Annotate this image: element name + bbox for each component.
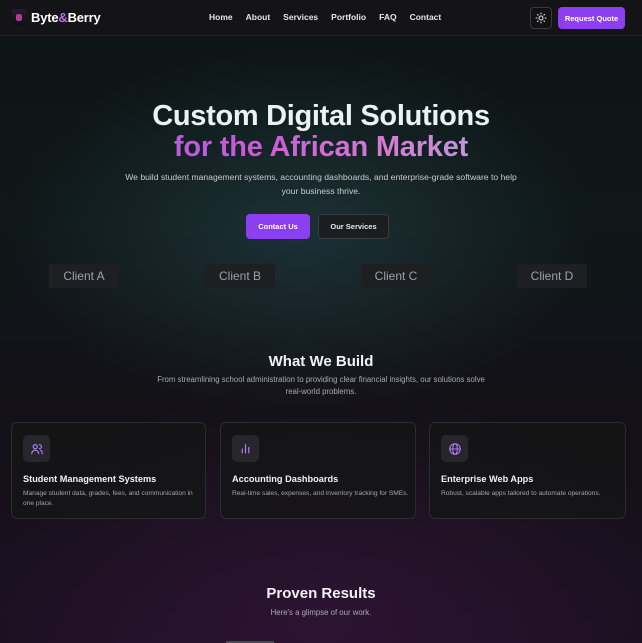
request-quote-button[interactable]: Request Quote xyxy=(558,7,625,29)
client-logo-c: Client C xyxy=(361,264,431,288)
contact-us-button[interactable]: Contact Us xyxy=(246,214,310,239)
bar-chart-icon xyxy=(232,435,259,462)
client-logo-a: Client A xyxy=(49,264,119,288)
service-card-enterprise-web-apps[interactable]: Enterprise Web Apps Robust, scalable app… xyxy=(429,422,626,519)
proven-results-subtitle: Here's a glimpse of our work. xyxy=(270,608,372,617)
nav-link-services[interactable]: Services xyxy=(283,12,318,22)
card-description: Manage student data, grades, fees, and c… xyxy=(23,490,193,507)
client-logo-b: Client B xyxy=(205,264,275,288)
what-we-build-title: What We Build xyxy=(268,353,374,370)
hero-subtitle: We build student management systems, acc… xyxy=(125,172,517,196)
client-logo-d: Client D xyxy=(517,264,587,288)
nav-link-home[interactable]: Home xyxy=(209,12,233,22)
hero-title: Custom Digital Solutions xyxy=(152,100,490,132)
top-navbar: Byte&Berry Home About Services Portfolio… xyxy=(0,0,642,36)
brand-logo-link[interactable]: Byte&Berry xyxy=(12,9,101,25)
nav-link-portfolio[interactable]: Portfolio xyxy=(331,12,366,22)
card-description: Robust, scalable apps tailored to automa… xyxy=(441,490,601,497)
card-title: Enterprise Web Apps xyxy=(441,474,534,484)
sun-icon xyxy=(535,12,547,24)
nav-link-about[interactable]: About xyxy=(246,12,271,22)
card-title: Accounting Dashboards xyxy=(232,474,339,484)
nav-link-faq[interactable]: FAQ xyxy=(379,12,396,22)
brand-name: Byte&Berry xyxy=(31,9,101,25)
service-card-student-management[interactable]: Student Management Systems Manage studen… xyxy=(11,422,206,519)
what-we-build-subtitle: From streamlining school administration … xyxy=(157,375,485,396)
proven-results-title: Proven Results xyxy=(266,585,376,602)
brand-logo-icon xyxy=(12,9,26,25)
card-description: Real-time sales, expenses, and inventory… xyxy=(232,490,409,497)
nav-link-contact[interactable]: Contact xyxy=(410,12,442,22)
nav-links: Home About Services Portfolio FAQ Contac… xyxy=(209,12,454,22)
service-card-accounting-dashboards[interactable]: Accounting Dashboards Real-time sales, e… xyxy=(220,422,416,519)
theme-toggle-button[interactable] xyxy=(530,7,552,29)
hero-title-highlight: for the African Market xyxy=(0,131,642,164)
our-services-button[interactable]: Our Services xyxy=(318,214,389,239)
users-icon xyxy=(23,435,50,462)
globe-icon xyxy=(441,435,468,462)
card-title: Student Management Systems xyxy=(23,474,157,484)
